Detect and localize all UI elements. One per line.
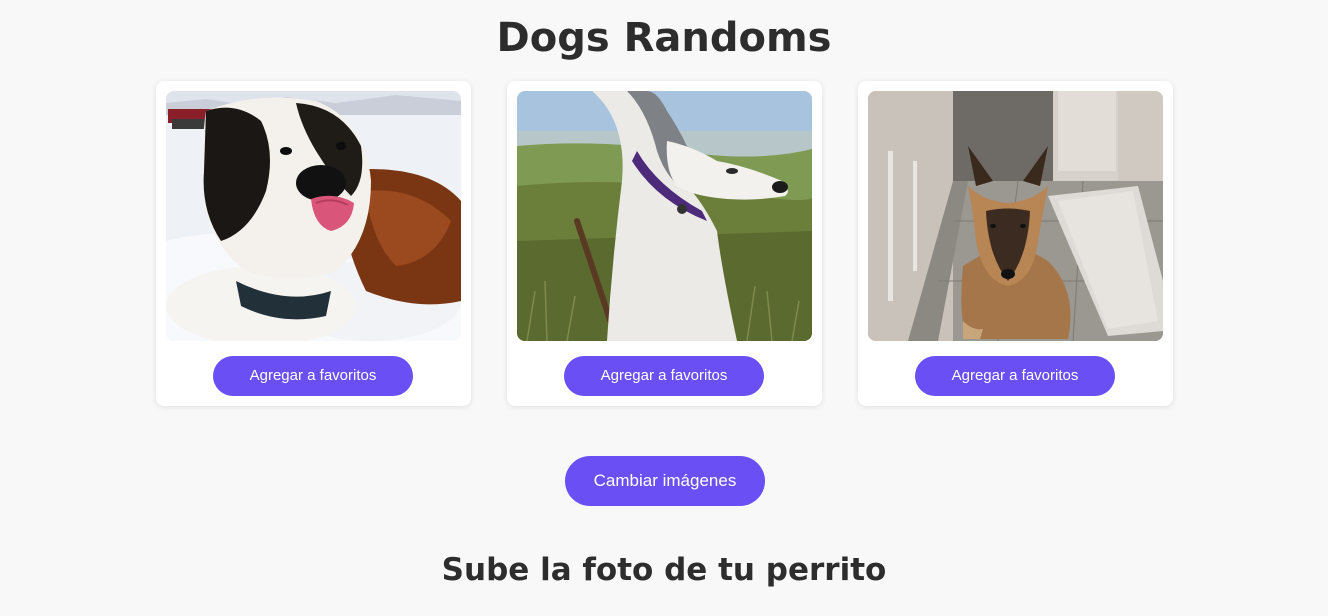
dog-photo — [868, 91, 1163, 341]
change-images-button[interactable]: Cambiar imágenes — [565, 456, 765, 506]
upload-section-title: Sube la foto de tu perrito — [441, 552, 887, 588]
add-to-favorites-button[interactable]: Agregar a favoritos — [213, 356, 413, 396]
add-to-favorites-button[interactable]: Agregar a favoritos — [564, 356, 764, 396]
add-to-favorites-button[interactable]: Agregar a favoritos — [915, 356, 1115, 396]
page-title: Dogs Randoms — [496, 15, 832, 61]
dog-photo — [517, 91, 812, 341]
dog-card: Agregar a favoritos — [156, 81, 471, 406]
dog-card: Agregar a favoritos — [507, 81, 822, 406]
dog-card: Agregar a favoritos — [858, 81, 1173, 406]
dog-cards-grid: Agregar a favoritos Agregar a favoritos … — [156, 81, 1173, 406]
dog-photo — [166, 91, 461, 341]
